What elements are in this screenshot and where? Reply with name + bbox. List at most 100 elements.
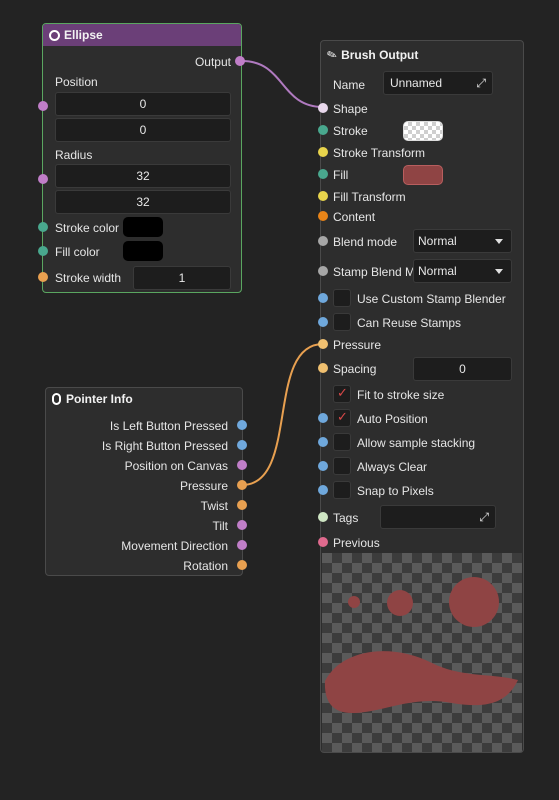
always-clear-checkbox[interactable] bbox=[333, 457, 351, 475]
stroke-label: Stroke bbox=[333, 124, 368, 138]
pointer-output-label: Tilt bbox=[212, 519, 228, 533]
stroke-color-swatch[interactable] bbox=[123, 217, 163, 237]
fill-swatch[interactable] bbox=[403, 165, 443, 185]
brush-output-header[interactable]: ✎ Brush Output bbox=[321, 41, 523, 69]
left-button-port[interactable] bbox=[237, 420, 247, 430]
stroke-swatch[interactable] bbox=[403, 121, 443, 141]
pointer-info-header[interactable]: Pointer Info bbox=[46, 388, 242, 410]
radius-label: Radius bbox=[55, 148, 93, 162]
pointer-info-title: Pointer Info bbox=[66, 392, 133, 406]
brush-preview-strokes bbox=[324, 577, 518, 713]
position-port[interactable] bbox=[38, 101, 48, 111]
output-label: Output bbox=[194, 55, 231, 69]
brush-preview bbox=[322, 553, 522, 752]
brush-icon: ✎ bbox=[324, 46, 340, 64]
stamp-blend-dropdown[interactable]: Normal bbox=[413, 259, 512, 283]
pointer-output-label: Rotation bbox=[183, 559, 228, 573]
ellipse-node[interactable]: Ellipse Output Position 0 0 Radius 32 32… bbox=[42, 23, 242, 293]
mouse-icon bbox=[52, 393, 61, 405]
can-reuse-checkbox[interactable] bbox=[333, 313, 351, 331]
pointer-info-node[interactable]: Pointer Info Is Left Button Pressed Is R… bbox=[45, 387, 243, 576]
stroke-preview bbox=[324, 651, 518, 713]
circle-icon bbox=[49, 29, 60, 41]
use-custom-stamp-port[interactable] bbox=[318, 293, 328, 303]
shape-port[interactable] bbox=[318, 103, 328, 113]
output-port[interactable] bbox=[235, 56, 245, 66]
stamp-blend-port[interactable] bbox=[318, 266, 328, 276]
radius-port[interactable] bbox=[38, 174, 48, 184]
expand-icon[interactable]: ⤢ bbox=[476, 72, 486, 94]
stamp-dot-small bbox=[348, 596, 360, 608]
radius-x-field[interactable]: 32 bbox=[55, 164, 231, 188]
chevron-down-icon bbox=[495, 239, 503, 244]
can-reuse-label: Can Reuse Stamps bbox=[357, 316, 462, 330]
blend-mode-port[interactable] bbox=[318, 236, 328, 246]
tags-label: Tags bbox=[333, 511, 359, 525]
stroke-color-port[interactable] bbox=[38, 222, 48, 232]
use-custom-stamp-checkbox[interactable] bbox=[333, 289, 351, 307]
pressure-in-port[interactable] bbox=[318, 339, 328, 349]
fill-transform-label: Fill Transform bbox=[333, 190, 406, 204]
always-clear-label: Always Clear bbox=[357, 460, 428, 474]
pressure-out-port[interactable] bbox=[237, 480, 247, 490]
rotation-port[interactable] bbox=[237, 560, 247, 570]
fill-color-swatch[interactable] bbox=[123, 241, 163, 261]
auto-position-label: Auto Position bbox=[357, 412, 428, 426]
snap-pixels-port[interactable] bbox=[318, 485, 328, 495]
fill-label: Fill bbox=[333, 168, 349, 182]
auto-position-checkbox[interactable]: ✓ bbox=[333, 409, 351, 427]
name-field[interactable]: Unnamed ⤢ bbox=[383, 71, 493, 95]
previous-label: Previous bbox=[333, 536, 380, 550]
blend-mode-value: Normal bbox=[418, 234, 457, 248]
pointer-output-label: Position on Canvas bbox=[124, 459, 228, 473]
spacing-port[interactable] bbox=[318, 363, 328, 373]
fit-stroke-label: Fit to stroke size bbox=[357, 388, 445, 402]
stroke-width-field[interactable]: 1 bbox=[133, 266, 231, 290]
position-x-field[interactable]: 0 bbox=[55, 92, 231, 116]
allow-stacking-port[interactable] bbox=[318, 437, 328, 447]
ellipse-node-header[interactable]: Ellipse bbox=[43, 24, 241, 46]
check-icon: ✓ bbox=[337, 385, 348, 400]
pointer-output-label: Is Right Button Pressed bbox=[101, 439, 228, 453]
spacing-label: Spacing bbox=[333, 362, 377, 376]
snap-pixels-checkbox[interactable] bbox=[333, 481, 351, 499]
auto-position-port[interactable] bbox=[318, 413, 328, 423]
blend-mode-dropdown[interactable]: Normal bbox=[413, 229, 512, 253]
tags-port[interactable] bbox=[318, 512, 328, 522]
fill-port[interactable] bbox=[318, 169, 328, 179]
name-label: Name bbox=[333, 78, 366, 92]
fill-color-port[interactable] bbox=[38, 246, 48, 256]
position-y-field[interactable]: 0 bbox=[55, 118, 231, 142]
tilt-port[interactable] bbox=[237, 520, 247, 530]
right-button-port[interactable] bbox=[237, 440, 247, 450]
twist-port[interactable] bbox=[237, 500, 247, 510]
allow-stacking-checkbox[interactable] bbox=[333, 433, 351, 451]
wire-pressure-to-pressure bbox=[241, 343, 324, 486]
snap-pixels-label: Snap to Pixels bbox=[357, 484, 434, 498]
brush-output-node[interactable]: ✎ Brush Output Name Unnamed ⤢ Shape Stro… bbox=[320, 40, 524, 753]
fill-color-label: Fill color bbox=[55, 245, 100, 259]
fit-stroke-checkbox[interactable]: ✓ bbox=[333, 385, 351, 403]
expand-icon[interactable]: ⤢ bbox=[479, 506, 489, 528]
stamp-blend-value: Normal bbox=[418, 264, 457, 278]
stamp-dot-medium bbox=[387, 590, 413, 616]
tags-field[interactable]: ⤢ bbox=[380, 505, 496, 529]
position-canvas-port[interactable] bbox=[237, 460, 247, 470]
stroke-transform-port[interactable] bbox=[318, 147, 328, 157]
spacing-field[interactable]: 0 bbox=[413, 357, 512, 381]
radius-y-field[interactable]: 32 bbox=[55, 190, 231, 214]
can-reuse-port[interactable] bbox=[318, 317, 328, 327]
stroke-port[interactable] bbox=[318, 125, 328, 135]
always-clear-port[interactable] bbox=[318, 461, 328, 471]
stamp-blend-label: Stamp Blend M bbox=[333, 265, 415, 279]
stroke-width-port[interactable] bbox=[38, 272, 48, 282]
allow-stacking-label: Allow sample stacking bbox=[357, 436, 476, 450]
movement-direction-port[interactable] bbox=[237, 540, 247, 550]
fill-transform-port[interactable] bbox=[318, 191, 328, 201]
previous-port[interactable] bbox=[318, 537, 328, 547]
stroke-color-label: Stroke color bbox=[55, 221, 120, 235]
blend-mode-label: Blend mode bbox=[333, 235, 398, 249]
chevron-down-icon bbox=[495, 269, 503, 274]
pointer-output-label: Movement Direction bbox=[121, 539, 228, 553]
content-port[interactable] bbox=[318, 211, 328, 221]
